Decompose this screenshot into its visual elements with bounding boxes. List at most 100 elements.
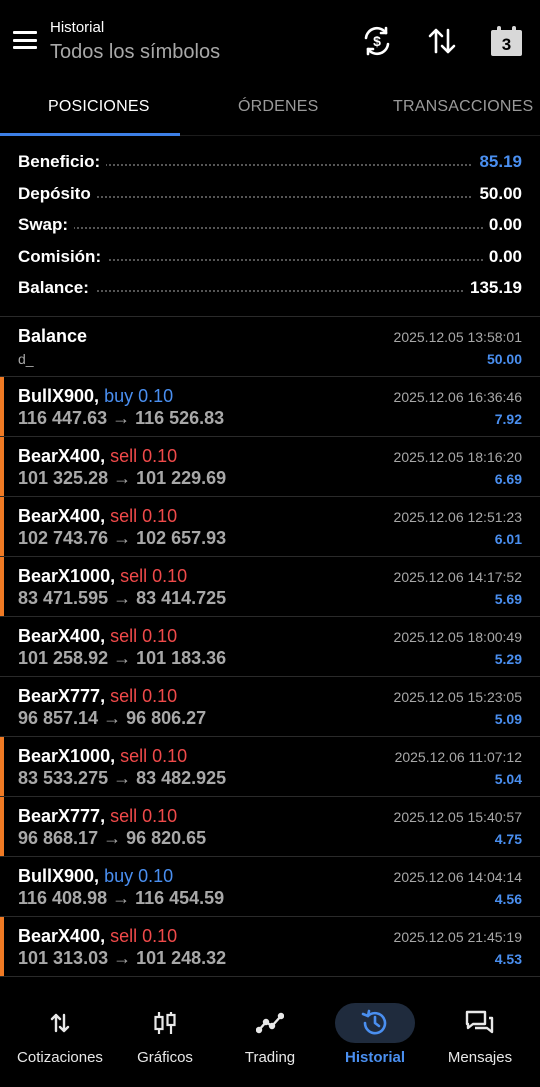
history-icon — [355, 1009, 395, 1037]
nav-label: Mensajes — [447, 1049, 513, 1066]
quotes-icon — [40, 1009, 80, 1037]
position-profit: 5.69 — [494, 591, 522, 607]
entry-comment: d_ — [18, 351, 34, 367]
entry-time: 2025.12.05 13:58:01 — [393, 329, 522, 345]
page-title: Historial — [50, 19, 105, 36]
position-profit: 6.69 — [494, 471, 522, 487]
summary-label: Beneficio: — [18, 152, 107, 172]
position-row[interactable]: BearX1000, sell 0.10 83 471.595 → 83 414.… — [0, 557, 540, 617]
position-time: 2025.12.05 21:45:19 — [393, 929, 522, 945]
currency-exchange-icon[interactable]: $ — [360, 24, 394, 58]
summary-label: Depósito — [18, 183, 97, 204]
symbol-name: BearX400, — [18, 626, 106, 646]
tab-posiciones[interactable]: POSICIONES — [48, 98, 150, 116]
symbol-name: BearX1000, — [18, 746, 116, 766]
trade-side: buy 0.10 — [104, 386, 174, 406]
trade-side: sell 0.10 — [110, 806, 178, 826]
symbol-name: BearX777, — [18, 806, 106, 826]
position-time: 2025.12.06 12:51:23 — [393, 509, 522, 525]
position-time: 2025.12.05 18:00:49 — [393, 629, 522, 645]
position-symbol: BearX1000, sell 0.10 — [18, 746, 187, 767]
summary-row-profit: Beneficio: 85.19 — [0, 146, 540, 178]
price-range: 116 408.98 → 116 454.59 — [18, 888, 225, 908]
position-symbol: BullX900, buy 0.10 — [18, 386, 173, 407]
position-time: 2025.12.06 16:36:46 — [393, 389, 522, 405]
price-range: 83 471.595 → 83 414.725 — [18, 588, 227, 608]
tab-ordenes[interactable]: ÓRDENES — [238, 98, 319, 116]
active-tab-indicator — [0, 133, 180, 136]
summary-value: 85.19 — [473, 152, 522, 172]
position-symbol: BearX1000, sell 0.10 — [18, 566, 187, 587]
bottom-navigation: Cotizaciones Gráficos Trading Historial … — [0, 990, 540, 1087]
nav-historial[interactable]: Historial — [321, 990, 429, 1087]
trade-side: sell 0.10 — [110, 446, 178, 466]
summary-row-deposit: Depósito 50.00 — [0, 178, 540, 210]
position-time: 2025.12.06 11:07:12 — [394, 749, 522, 765]
trade-side: sell 0.10 — [110, 686, 178, 706]
position-profit: 7.92 — [494, 411, 522, 427]
position-row[interactable]: BearX1000, sell 0.10 83 533.275 → 83 482.… — [0, 737, 540, 797]
nav-cotizaciones[interactable]: Cotizaciones — [6, 990, 114, 1087]
nav-label: Cotizaciones — [17, 1049, 103, 1066]
position-time: 2025.12.05 18:16:20 — [393, 449, 522, 465]
symbol-filter[interactable]: Todos los símbolos — [50, 41, 220, 64]
app-header: Historial Todos los símbolos $ 3 — [0, 0, 540, 84]
symbol-name: BullX900, — [18, 386, 100, 406]
summary-panel: Beneficio: 85.19 Depósito 50.00 Swap: 0.… — [0, 146, 540, 304]
calendar-icon[interactable]: 3 — [491, 26, 522, 56]
messages-icon — [460, 1009, 500, 1037]
symbol-name: BearX1000, — [18, 566, 116, 586]
nav-mensajes[interactable]: Mensajes — [426, 990, 534, 1087]
position-symbol: BearX777, sell 0.10 — [18, 686, 177, 707]
chart-candles-icon — [145, 1009, 185, 1037]
position-time: 2025.12.06 14:04:14 — [393, 869, 522, 885]
trade-side: buy 0.10 — [104, 866, 174, 886]
position-time: 2025.12.05 15:40:57 — [393, 809, 522, 825]
summary-value: 50.00 — [473, 183, 522, 204]
sort-icon[interactable] — [425, 24, 459, 58]
position-symbol: BearX777, sell 0.10 — [18, 806, 177, 827]
position-profit: 5.09 — [494, 711, 522, 727]
trade-side: sell 0.10 — [110, 926, 178, 946]
symbol-name: BearX400, — [18, 446, 106, 466]
menu-icon[interactable] — [13, 31, 37, 49]
symbol-name: BearX400, — [18, 926, 106, 946]
price-range: 96 857.14 → 96 806.27 — [18, 708, 207, 728]
dotted-leader — [18, 227, 522, 229]
position-row[interactable]: BearX400, sell 0.10 101 325.28 → 101 229.… — [0, 437, 540, 497]
price-range: 101 258.92 → 101 183.36 — [18, 648, 227, 668]
position-profit: 5.29 — [494, 651, 522, 667]
position-symbol: BearX400, sell 0.10 — [18, 446, 177, 467]
svg-text:$: $ — [373, 33, 381, 49]
symbol-name: BullX900, — [18, 866, 100, 886]
position-row[interactable]: BearX777, sell 0.10 96 857.14 → 96 806.27… — [0, 677, 540, 737]
position-symbol: BearX400, sell 0.10 — [18, 626, 177, 647]
summary-label: Balance: — [18, 278, 95, 298]
nav-graficos[interactable]: Gráficos — [111, 990, 219, 1087]
trade-side: sell 0.10 — [120, 566, 188, 586]
price-range: 96 868.17 → 96 820.65 — [18, 828, 207, 848]
calendar-day: 3 — [501, 35, 512, 54]
position-row[interactable]: BearX400, sell 0.10 101 313.03 → 101 248.… — [0, 917, 540, 977]
summary-value: 135.19 — [464, 278, 522, 298]
price-range: 116 447.63 → 116 526.83 — [18, 408, 225, 428]
tab-transacciones[interactable]: TRANSACCIONES — [393, 98, 533, 116]
entry-title: Balance — [18, 326, 88, 346]
symbol-name: BearX400, — [18, 506, 106, 526]
nav-trading[interactable]: Trading — [216, 990, 324, 1087]
position-row[interactable]: BullX900, buy 0.10 116 408.98 → 116 454.5… — [0, 857, 540, 917]
price-range: 101 313.03 → 101 248.32 — [18, 948, 227, 968]
position-profit: 4.56 — [494, 891, 522, 907]
position-row[interactable]: BearX777, sell 0.10 96 868.17 → 96 820.65… — [0, 797, 540, 857]
position-row[interactable]: BearX400, sell 0.10 101 258.92 → 101 183.… — [0, 617, 540, 677]
balance-entry[interactable]: Balance d_ 2025.12.05 13:58:01 50.00 — [0, 317, 540, 377]
position-profit: 4.53 — [494, 951, 522, 967]
position-row[interactable]: BearX400, sell 0.10 102 743.76 → 102 657.… — [0, 497, 540, 557]
nav-label: Gráficos — [137, 1049, 193, 1066]
history-list: Balance d_ 2025.12.05 13:58:01 50.00 Bul… — [0, 317, 540, 977]
nav-label: Historial — [344, 1049, 405, 1066]
position-row[interactable]: BullX900, buy 0.10 116 447.63 → 116 526.8… — [0, 377, 540, 437]
price-range: 83 533.275 → 83 482.925 — [18, 768, 227, 788]
entry-amount: 50.00 — [486, 351, 522, 367]
history-tabs: POSICIONES ÓRDENES TRANSACCIONES — [0, 84, 540, 136]
